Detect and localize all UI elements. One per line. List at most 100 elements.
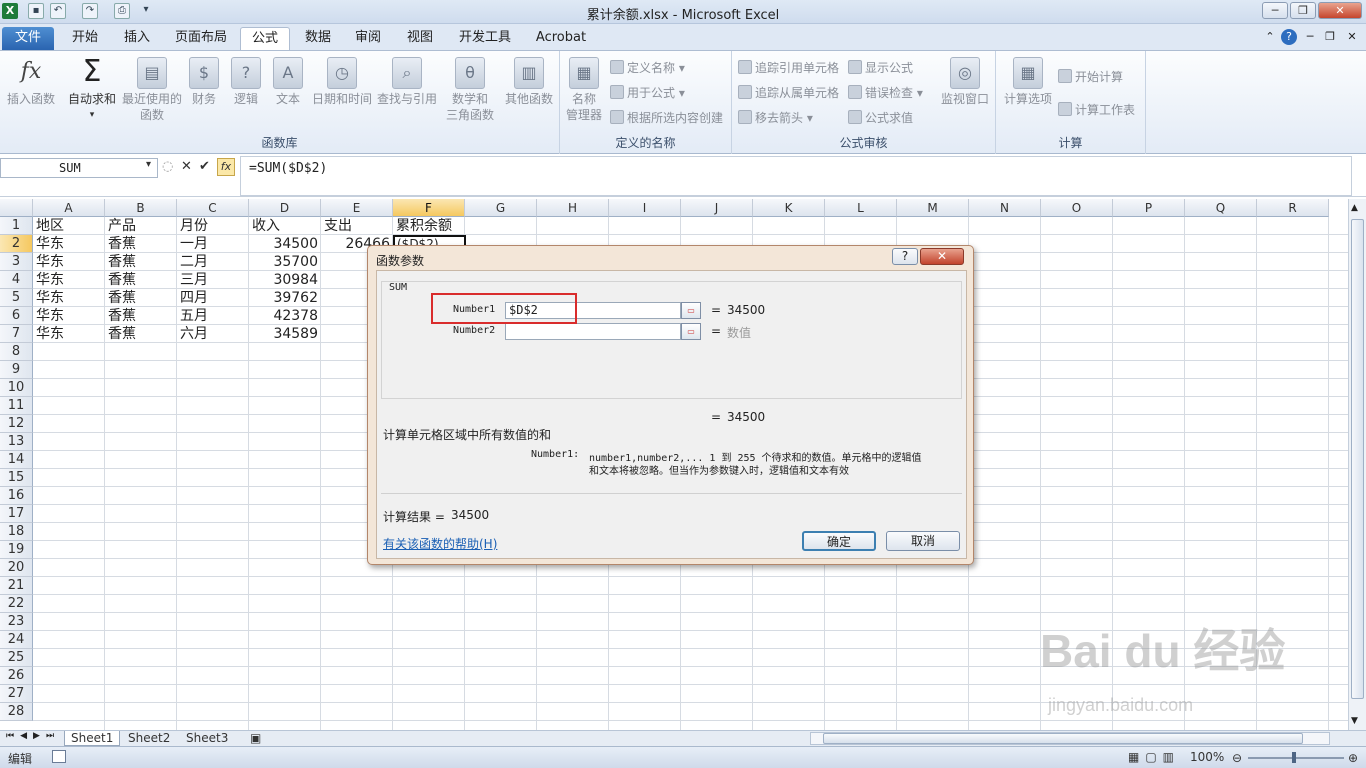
help-link[interactable]: 有关该函数的帮助(H) (383, 535, 497, 552)
scroll-down-icon[interactable]: ▼ (1351, 716, 1358, 726)
help-icon[interactable]: ? (1281, 29, 1297, 45)
financial-button[interactable]: $ 财务 (186, 57, 222, 107)
cell[interactable]: 产品 (105, 217, 177, 235)
column-header-m[interactable]: M (897, 199, 969, 217)
row-header-1[interactable]: 1 (0, 217, 33, 235)
row-header-4[interactable]: 4 (0, 271, 33, 289)
sheet-nav-arrows-icon[interactable]: ⏮◀▶⏭ (6, 731, 60, 741)
cell[interactable]: 华东 (33, 325, 105, 343)
column-header-n[interactable]: N (969, 199, 1041, 217)
formula-input[interactable]: =SUM($D$2) (240, 156, 1352, 196)
cell[interactable]: 香蕉 (105, 289, 177, 307)
tab-page-layout[interactable]: 页面布局 (170, 27, 232, 50)
trace-dependents-button[interactable]: 追踪从属单元格 (738, 83, 839, 103)
macro-record-icon[interactable] (52, 750, 66, 763)
column-header-r[interactable]: R (1257, 199, 1329, 217)
column-header-b[interactable]: B (105, 199, 177, 217)
cell[interactable]: 地区 (33, 217, 105, 235)
column-header-e[interactable]: E (321, 199, 393, 217)
cell[interactable]: 39762 (249, 289, 321, 307)
cell[interactable]: 华东 (33, 307, 105, 325)
tab-insert[interactable]: 插入 (116, 27, 158, 50)
row-header-21[interactable]: 21 (0, 577, 33, 595)
name-box[interactable]: SUM (0, 158, 158, 178)
row-header-12[interactable]: 12 (0, 415, 33, 433)
row-header-25[interactable]: 25 (0, 649, 33, 667)
calculate-sheet-button[interactable]: 计算工作表 (1058, 100, 1135, 120)
arg2-input[interactable] (505, 323, 681, 340)
dialog-close-button[interactable]: ✕ (920, 248, 964, 265)
row-header-18[interactable]: 18 (0, 523, 33, 541)
enter-icon[interactable]: ✔ (199, 159, 210, 174)
cell[interactable]: 收入 (249, 217, 321, 235)
zoom-slider[interactable] (1248, 757, 1344, 759)
arg1-collapse-icon[interactable]: ▭ (681, 302, 701, 319)
row-header-15[interactable]: 15 (0, 469, 33, 487)
cell[interactable]: 月份 (177, 217, 249, 235)
show-formulas-button[interactable]: 显示公式 (848, 58, 913, 78)
lookup-reference-button[interactable]: ⌕ 查找与引用 (376, 57, 438, 107)
cell[interactable]: 累积余额 (393, 217, 465, 235)
row-header-14[interactable]: 14 (0, 451, 33, 469)
text-button[interactable]: A 文本 (270, 57, 306, 107)
view-buttons-icon[interactable]: ▦▢▥ (1128, 750, 1180, 764)
define-name-button[interactable]: 定义名称 ▾ (610, 58, 685, 78)
vertical-scrollbar[interactable]: ▲ ▼ (1348, 199, 1366, 730)
cell[interactable]: 五月 (177, 307, 249, 325)
row-header-26[interactable]: 26 (0, 667, 33, 685)
doc-restore-icon[interactable]: ❐ (1322, 29, 1338, 45)
row-header-16[interactable]: 16 (0, 487, 33, 505)
cell[interactable]: 一月 (177, 235, 249, 253)
column-header-o[interactable]: O (1041, 199, 1113, 217)
select-all-corner[interactable] (0, 199, 33, 217)
column-header-c[interactable]: C (177, 199, 249, 217)
row-header-7[interactable]: 7 (0, 325, 33, 343)
column-header-a[interactable]: A (33, 199, 105, 217)
cancel-button[interactable]: 取消 (886, 531, 960, 551)
tab-acrobat[interactable]: Acrobat (530, 27, 592, 50)
insert-function-icon[interactable]: fx (217, 158, 235, 176)
cell[interactable]: 35700 (249, 253, 321, 271)
tab-home[interactable]: 开始 (62, 27, 108, 50)
cell[interactable]: 六月 (177, 325, 249, 343)
cell[interactable]: 34500 (249, 235, 321, 253)
arg2-collapse-icon[interactable]: ▭ (681, 323, 701, 340)
row-header-17[interactable]: 17 (0, 505, 33, 523)
row-header-23[interactable]: 23 (0, 613, 33, 631)
error-checking-button[interactable]: 错误检查 ▾ (848, 83, 923, 103)
column-header-j[interactable]: J (681, 199, 753, 217)
cell[interactable]: 三月 (177, 271, 249, 289)
ok-button[interactable]: 确定 (802, 531, 876, 551)
row-header-6[interactable]: 6 (0, 307, 33, 325)
row-header-9[interactable]: 9 (0, 361, 33, 379)
row-header-20[interactable]: 20 (0, 559, 33, 577)
remove-arrows-button[interactable]: 移去箭头 ▾ (738, 108, 813, 128)
cell[interactable]: 华东 (33, 271, 105, 289)
row-header-5[interactable]: 5 (0, 289, 33, 307)
row-header-13[interactable]: 13 (0, 433, 33, 451)
column-header-p[interactable]: P (1113, 199, 1185, 217)
sheet-tab-2[interactable]: Sheet2 (122, 731, 176, 746)
row-header-24[interactable]: 24 (0, 631, 33, 649)
cell[interactable]: 支出 (321, 217, 393, 235)
math-trig-button[interactable]: θ 数学和 三角函数 (440, 57, 500, 123)
autosum-button[interactable]: Σ 自动求和 ▾ (64, 57, 120, 123)
scroll-thumb[interactable] (1351, 219, 1364, 699)
hscroll-thumb[interactable] (823, 733, 1303, 744)
cell[interactable]: 香蕉 (105, 325, 177, 343)
trace-precedents-button[interactable]: 追踪引用单元格 (738, 58, 839, 78)
row-header-28[interactable]: 28 (0, 703, 33, 721)
tab-file[interactable]: 文件 (2, 27, 54, 50)
zoom-level[interactable]: 100% (1190, 750, 1224, 764)
row-header-19[interactable]: 19 (0, 541, 33, 559)
cell[interactable]: 30984 (249, 271, 321, 289)
restore-button[interactable]: ❐ (1290, 2, 1316, 19)
row-header-8[interactable]: 8 (0, 343, 33, 361)
row-header-10[interactable]: 10 (0, 379, 33, 397)
tab-data[interactable]: 数据 (298, 27, 338, 50)
date-time-button[interactable]: ◷ 日期和时间 (310, 57, 374, 107)
dialog-help-button[interactable]: ? (892, 248, 918, 265)
zoom-out-icon[interactable]: ⊖ (1232, 751, 1242, 765)
column-header-f[interactable]: F (393, 199, 465, 217)
minimize-button[interactable]: ─ (1262, 2, 1288, 19)
